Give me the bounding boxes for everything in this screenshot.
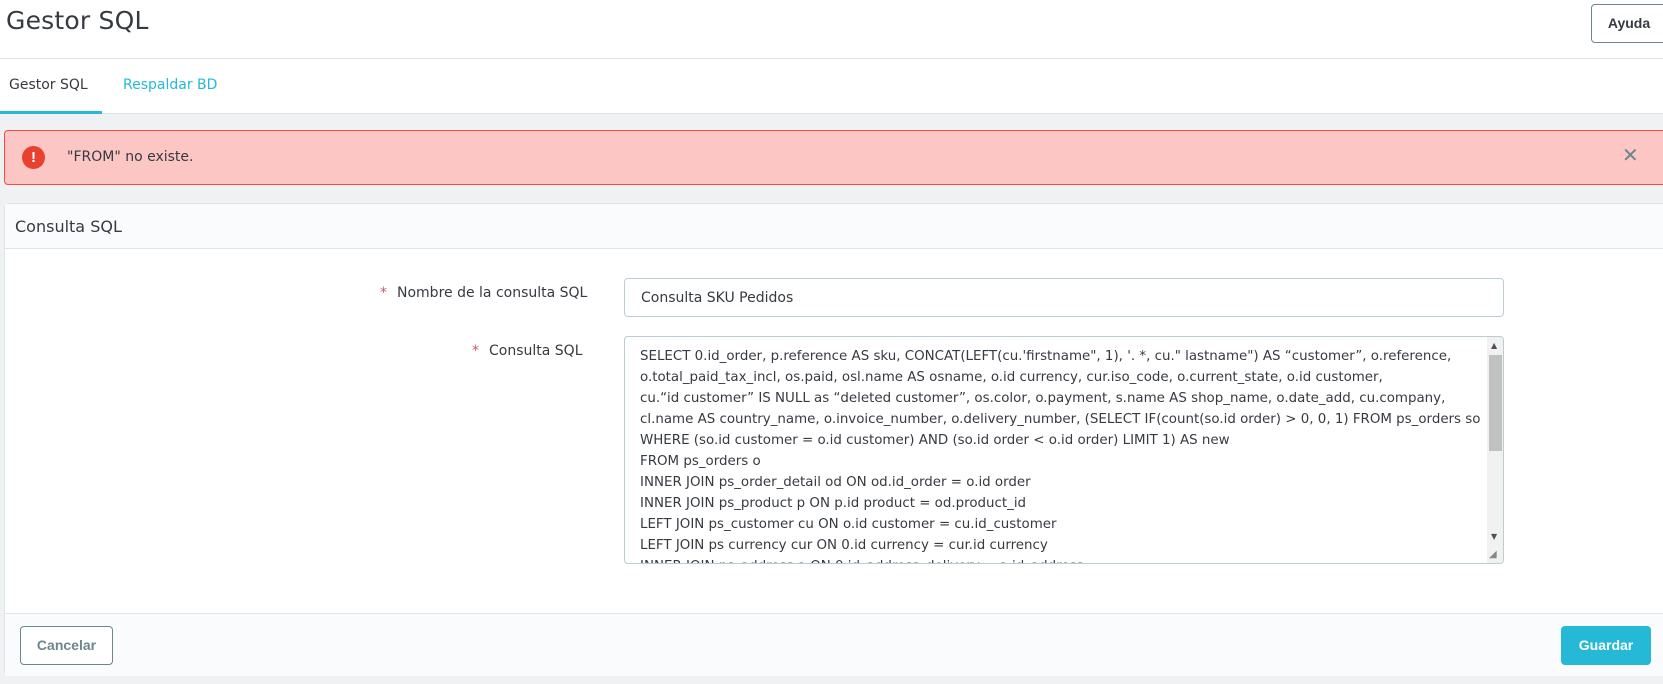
sql-line: LEFT JOIN ps_customer cu ON o.id custome… (640, 517, 1057, 532)
resize-handle-icon[interactable]: ◢ (1489, 549, 1497, 560)
sql-line: cl.name AS country_name, o.invoice_numbe… (640, 412, 1481, 427)
sql-line: SELECT 0.id_order, p.reference AS sku, C… (640, 349, 1452, 364)
error-alert: ! "FROM" no existe. ✕ (4, 130, 1663, 185)
sql-line: INNER JOIN ps_product p ON p.id product … (640, 496, 1027, 511)
tab-sql-manager[interactable]: Gestor SQL (0, 59, 102, 114)
save-button[interactable]: Guardar (1561, 626, 1651, 665)
panel-title: Consulta SQL (15, 217, 122, 236)
sql-line: WHERE (so.id customer = o.id customer) A… (640, 433, 1230, 448)
error-icon: ! (22, 146, 45, 169)
required-marker: * (472, 343, 479, 359)
scrollbar-thumb[interactable] (1489, 355, 1502, 451)
sql-line: LEFT JOIN ps currency cur ON 0.id curren… (640, 538, 1048, 553)
panel-heading: Consulta SQL (5, 204, 1663, 249)
required-marker: * (380, 285, 387, 301)
close-icon[interactable]: ✕ (1622, 145, 1639, 165)
sql-query-textarea[interactable]: SELECT 0.id_order, p.reference AS sku, C… (624, 336, 1504, 564)
sql-line: cu.“id customer” IS NULL as “deleted cus… (640, 391, 1446, 406)
help-button[interactable]: Ayuda (1591, 4, 1663, 43)
sql-line: INNER JOIN ps_address a ON 0.id_address_… (640, 556, 1480, 563)
sql-query-label-text: Consulta SQL (489, 343, 583, 359)
scroll-down-icon[interactable]: ▼ (1491, 532, 1497, 541)
panel-footer: Cancelar Guardar (5, 613, 1663, 676)
sql-line: o.total_paid_tax_incl, os.paid, osl.name… (640, 370, 1383, 385)
page-title: Gestor SQL (6, 6, 149, 35)
cancel-button[interactable]: Cancelar (20, 626, 113, 665)
query-name-label-text: Nombre de la consulta SQL (397, 285, 588, 301)
tab-bar: Gestor SQL Respaldar BD (0, 59, 1663, 114)
sql-line: INNER JOIN ps_order_detail od ON od.id_o… (640, 475, 1031, 490)
sql-line: FROM ps_orders o (640, 454, 761, 469)
vertical-scrollbar[interactable]: ▲ ▼ (1487, 337, 1503, 563)
page-header: Gestor SQL Ayuda (0, 0, 1663, 59)
alert-message: "FROM" no existe. (67, 149, 194, 165)
query-name-input[interactable] (624, 278, 1504, 317)
query-name-label: * Nombre de la consulta SQL (380, 285, 587, 301)
tab-db-backup[interactable]: Respaldar BD (102, 59, 242, 114)
sql-query-label: * Consulta SQL (472, 343, 583, 359)
scroll-up-icon[interactable]: ▲ (1491, 341, 1497, 350)
sql-query-content: SELECT 0.id_order, p.reference AS sku, C… (640, 346, 1481, 563)
